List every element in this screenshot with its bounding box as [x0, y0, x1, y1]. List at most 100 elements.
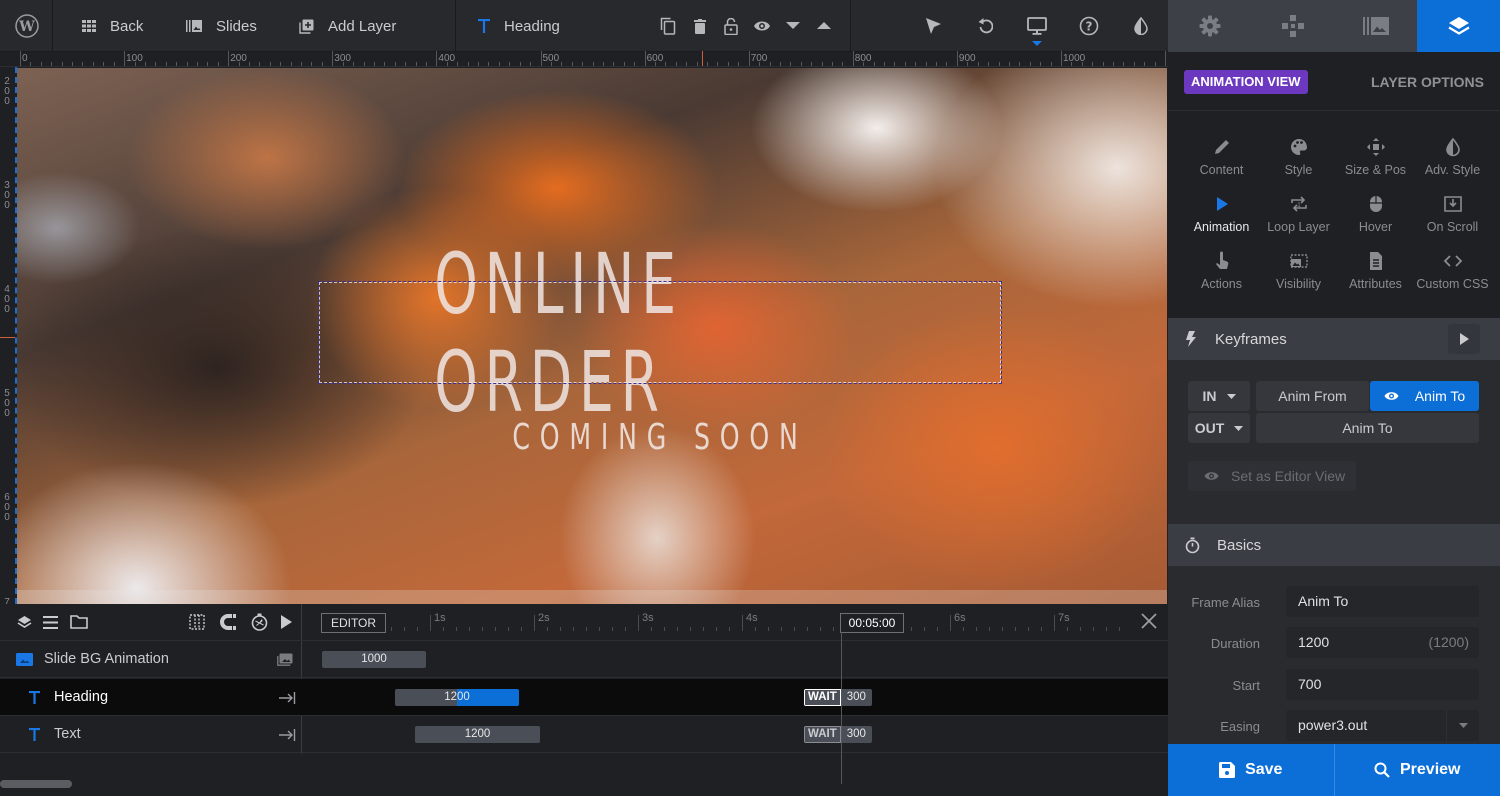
align-end-icon[interactable] [279, 729, 296, 741]
align-end-icon[interactable] [279, 692, 296, 704]
option-loop-layer[interactable]: 1 Loop Layer [1257, 188, 1340, 245]
out-dropdown[interactable]: OUT [1188, 413, 1250, 443]
text-layer[interactable]: COMING SOON [422, 412, 898, 462]
wait-label: WAIT [804, 726, 841, 743]
timeline-row-text[interactable]: Text 1200 WAIT 300 [0, 716, 1168, 753]
layers-tab[interactable] [1417, 0, 1500, 52]
time-minor-tick [1028, 627, 1029, 631]
timeline-bar[interactable]: 1200 [415, 726, 540, 743]
contrast-icon[interactable] [1129, 14, 1153, 38]
stopwatch-icon[interactable] [251, 613, 268, 631]
ruler-minor-tick [1113, 62, 1115, 66]
option-style[interactable]: Style [1257, 131, 1340, 188]
slides-tab[interactable] [1334, 0, 1417, 52]
play-keyframes-button[interactable] [1448, 324, 1480, 354]
duration-value: 1200 [1298, 634, 1330, 650]
time-minor-tick [937, 627, 938, 631]
snap-grid-icon[interactable] [189, 614, 205, 630]
ruler-position-marker [0, 337, 15, 338]
selection-box[interactable] [318, 281, 1002, 384]
ruler-minor-tick [602, 62, 604, 66]
svg-text:1: 1 [1297, 202, 1301, 209]
option-attributes[interactable]: Attributes [1334, 245, 1417, 302]
desktop-icon[interactable] [1025, 14, 1049, 38]
animation-view-button[interactable]: ANIMATION VIEW [1184, 70, 1308, 94]
set-editor-view-button[interactable]: Set as Editor View [1188, 461, 1356, 491]
visibility-icon[interactable] [750, 14, 774, 38]
duplicate-icon[interactable] [656, 14, 680, 38]
preview-button[interactable]: Preview [1333, 744, 1500, 796]
timeline-bar[interactable]: 1200 [395, 689, 519, 706]
in-dropdown[interactable]: IN [1188, 381, 1250, 411]
move-up-icon[interactable] [812, 14, 836, 38]
out-anim-to-button[interactable]: Anim To [1256, 413, 1479, 443]
playhead[interactable] [841, 632, 842, 784]
help-icon[interactable]: ? [1077, 14, 1101, 38]
ruler-minor-tick [82, 62, 84, 66]
ruler-label: 0 [22, 53, 28, 64]
close-timeline-icon[interactable] [1141, 613, 1157, 629]
ruler-minor-tick [457, 62, 459, 66]
save-button[interactable]: Save [1168, 744, 1334, 796]
option-adv-style[interactable]: Adv. Style [1411, 131, 1494, 188]
option-animation[interactable]: Animation [1180, 188, 1263, 245]
anim-to-button[interactable]: Anim To [1370, 381, 1479, 411]
option-size-pos[interactable]: Size & Pos [1334, 131, 1417, 188]
ruler-minor-tick [884, 62, 886, 66]
option-custom-css[interactable]: Custom CSS [1411, 245, 1494, 302]
settings-icon [1199, 15, 1221, 37]
option-hover[interactable]: Hover [1334, 188, 1417, 245]
option-visibility[interactable]: Visibility [1257, 245, 1340, 302]
navigation-tab[interactable] [1251, 0, 1334, 52]
start-label: Start [1232, 678, 1260, 693]
folder-icon[interactable] [70, 615, 88, 629]
add-layer-button[interactable]: Add Layer [299, 0, 396, 52]
current-layer-selector[interactable]: Heading [478, 0, 560, 52]
keyframes-section-header[interactable]: Keyframes [1168, 318, 1500, 360]
anim-from-button[interactable]: Anim From [1256, 381, 1369, 411]
ruler-minor-tick [384, 62, 386, 66]
easing-select[interactable]: power3.out [1286, 710, 1479, 741]
option-on-scroll[interactable]: On Scroll [1411, 188, 1494, 245]
ruler-minor-tick [894, 62, 896, 66]
basics-section-header[interactable]: Basics [1168, 524, 1500, 566]
back-button[interactable]: Back [82, 0, 143, 52]
current-time-display[interactable]: 00:05:00 [840, 613, 904, 633]
ruler-minor-tick [863, 62, 865, 66]
magnet-icon[interactable] [220, 614, 237, 630]
layer-options-button[interactable]: LAYER OPTIONS [1371, 70, 1484, 94]
ruler-minor-tick [800, 62, 802, 66]
wait-block[interactable]: WAIT 300 [804, 726, 872, 743]
play-icon[interactable] [281, 615, 292, 629]
timeline-row-heading[interactable]: Heading 1200 WAIT 300 [0, 679, 1168, 716]
delete-icon[interactable] [688, 14, 712, 38]
editor-view-button[interactable]: EDITOR [321, 613, 386, 633]
timeline-bar[interactable]: 1000 [322, 651, 426, 668]
time-major-tick [534, 615, 535, 631]
wordpress-logo-icon[interactable]: W [15, 14, 39, 38]
start-input[interactable]: 700 [1286, 669, 1479, 700]
ruler-minor-tick [873, 62, 875, 66]
undo-icon[interactable] [973, 14, 997, 38]
visibility-icon [1289, 245, 1309, 271]
ruler-minor-tick [1081, 62, 1083, 66]
timeline-scrollbar[interactable] [0, 780, 72, 788]
settings-tab[interactable] [1168, 0, 1251, 52]
ruler-minor-tick [51, 62, 53, 66]
time-minor-tick [573, 627, 574, 631]
frame-alias-input[interactable]: Anim To [1286, 586, 1479, 617]
slide-bg-icon[interactable] [277, 653, 293, 666]
unlock-icon[interactable] [719, 14, 743, 38]
list-icon[interactable] [43, 616, 58, 629]
wait-block[interactable]: WAIT 300 [804, 689, 872, 706]
duration-input[interactable]: 1200 (1200) [1286, 627, 1479, 658]
move-down-icon[interactable] [781, 14, 805, 38]
slides-button[interactable]: Slides [186, 0, 257, 52]
layers-icon[interactable] [17, 615, 32, 630]
option-actions[interactable]: Actions [1180, 245, 1263, 302]
cursor-icon[interactable] [921, 14, 945, 38]
ruler-minor-tick [665, 62, 667, 66]
text-layer-icon [478, 19, 490, 33]
timeline-row-slide-bg[interactable]: Slide BG Animation 1000 [0, 641, 1168, 678]
option-content[interactable]: Content [1180, 131, 1263, 188]
